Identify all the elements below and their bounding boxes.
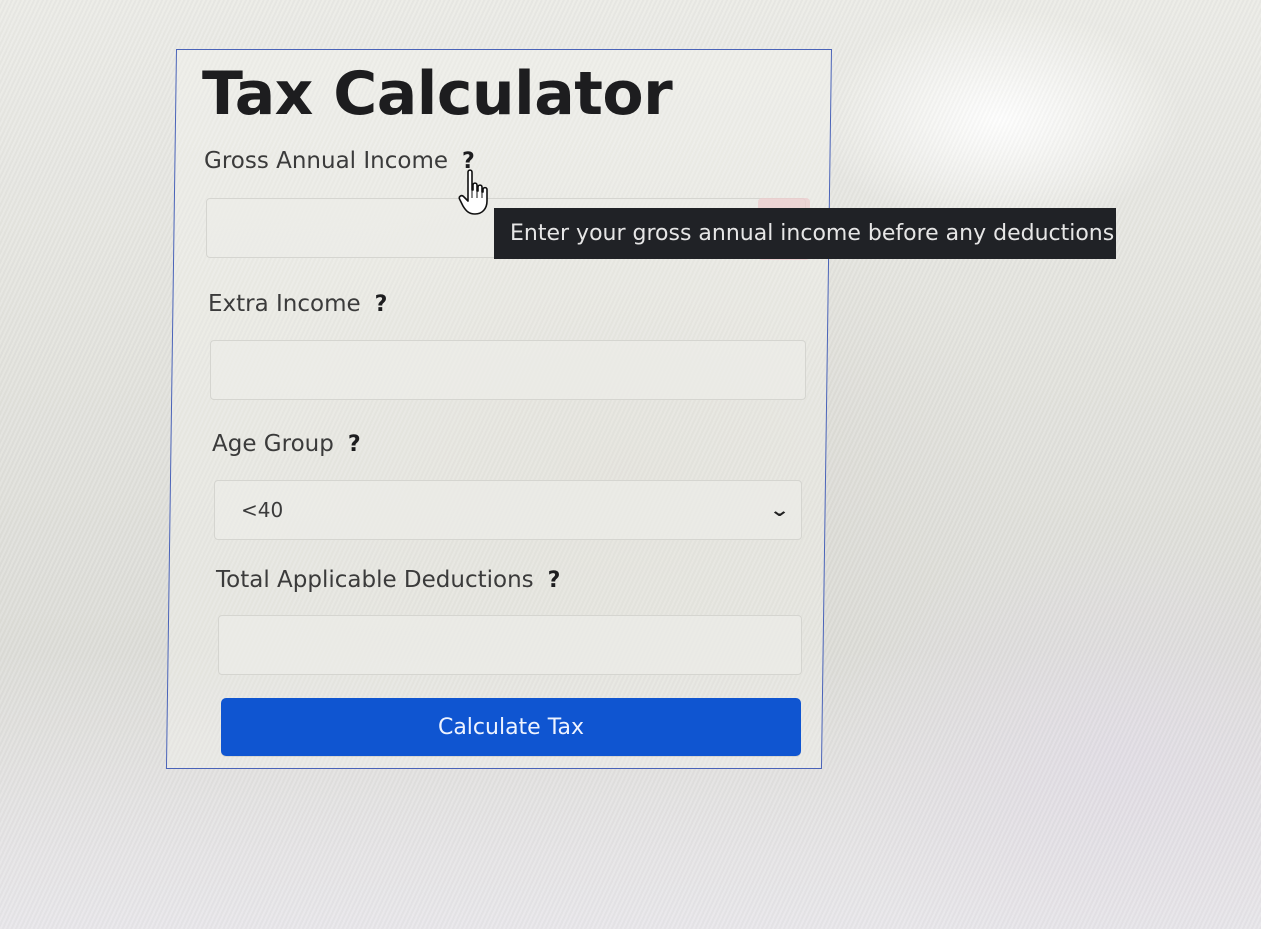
deductions-input[interactable] [219, 616, 801, 674]
age-group-help-icon[interactable]: ? [348, 432, 361, 457]
chevron-down-icon: ⌄ [768, 499, 791, 521]
deductions-label: Total Applicable Deductions [216, 567, 534, 593]
extra-income-label-row: Extra Income ? [208, 291, 387, 317]
gross-income-tooltip: Enter your gross annual income before an… [494, 208, 1121, 259]
age-group-select[interactable]: <40 ⌄ [214, 480, 802, 540]
extra-income-label: Extra Income [208, 291, 361, 317]
extra-income-input[interactable] [211, 341, 805, 399]
age-group-selected-value: <40 [241, 498, 284, 522]
page-title: Tax Calculator [202, 59, 673, 129]
hand-pointer-icon [458, 169, 488, 215]
age-group-label: Age Group [212, 431, 334, 457]
extra-income-help-icon[interactable]: ? [375, 292, 388, 317]
gross-income-label-row: Gross Annual Income ? [204, 148, 475, 174]
gross-income-label: Gross Annual Income [204, 148, 449, 174]
age-group-label-row: Age Group ? [212, 431, 361, 457]
calculate-tax-button[interactable]: Calculate Tax [221, 698, 801, 756]
extra-income-field[interactable] [210, 340, 806, 400]
tooltip-text: Enter your gross annual income before an… [510, 221, 1122, 246]
deductions-field[interactable] [218, 615, 802, 675]
deductions-label-row: Total Applicable Deductions ? [216, 567, 560, 593]
deductions-help-icon[interactable]: ? [548, 568, 561, 593]
